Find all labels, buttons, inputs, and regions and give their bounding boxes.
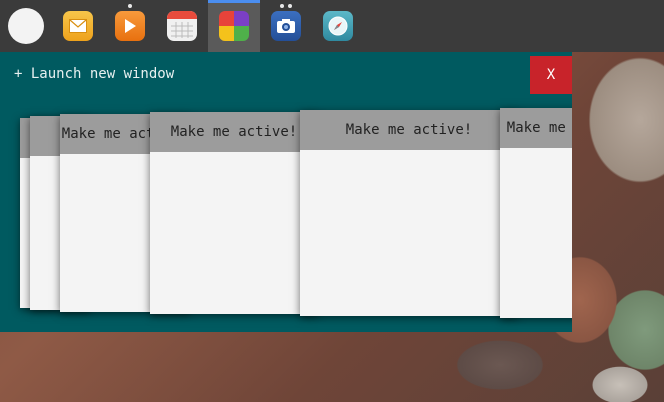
calendar-app-button[interactable] — [156, 0, 208, 52]
camera-app-button[interactable] — [260, 0, 312, 52]
stacked-window-title: Make me active! — [150, 112, 318, 152]
running-indicator — [288, 4, 292, 8]
stacked-window[interactable]: Make me active! — [500, 108, 572, 318]
calendar-icon — [167, 11, 197, 41]
stacked-window[interactable]: Make me active! — [150, 112, 318, 314]
camera-icon — [271, 11, 301, 41]
app-window: + Launch new window X Make me active! Ma… — [0, 52, 572, 332]
stacked-window[interactable]: Make me active! — [300, 110, 518, 316]
mail-icon — [63, 11, 93, 41]
stacked-window-title: Make me active! — [500, 108, 572, 148]
windows-app-icon — [219, 11, 249, 41]
browser-app-button[interactable] — [312, 0, 364, 52]
windows-app-button[interactable] — [208, 0, 260, 52]
running-indicator — [280, 4, 284, 8]
compass-icon — [323, 11, 353, 41]
play-icon — [115, 11, 145, 41]
running-indicator — [128, 4, 132, 8]
stacked-window-title: Make me active! — [300, 110, 518, 150]
shelf — [0, 0, 664, 52]
play-app-button[interactable] — [104, 0, 156, 52]
window-stack: Make me active! Make me active! Make me … — [0, 52, 572, 332]
launcher-button[interactable] — [8, 8, 44, 44]
mail-app-button[interactable] — [52, 0, 104, 52]
active-indicator — [208, 0, 260, 3]
